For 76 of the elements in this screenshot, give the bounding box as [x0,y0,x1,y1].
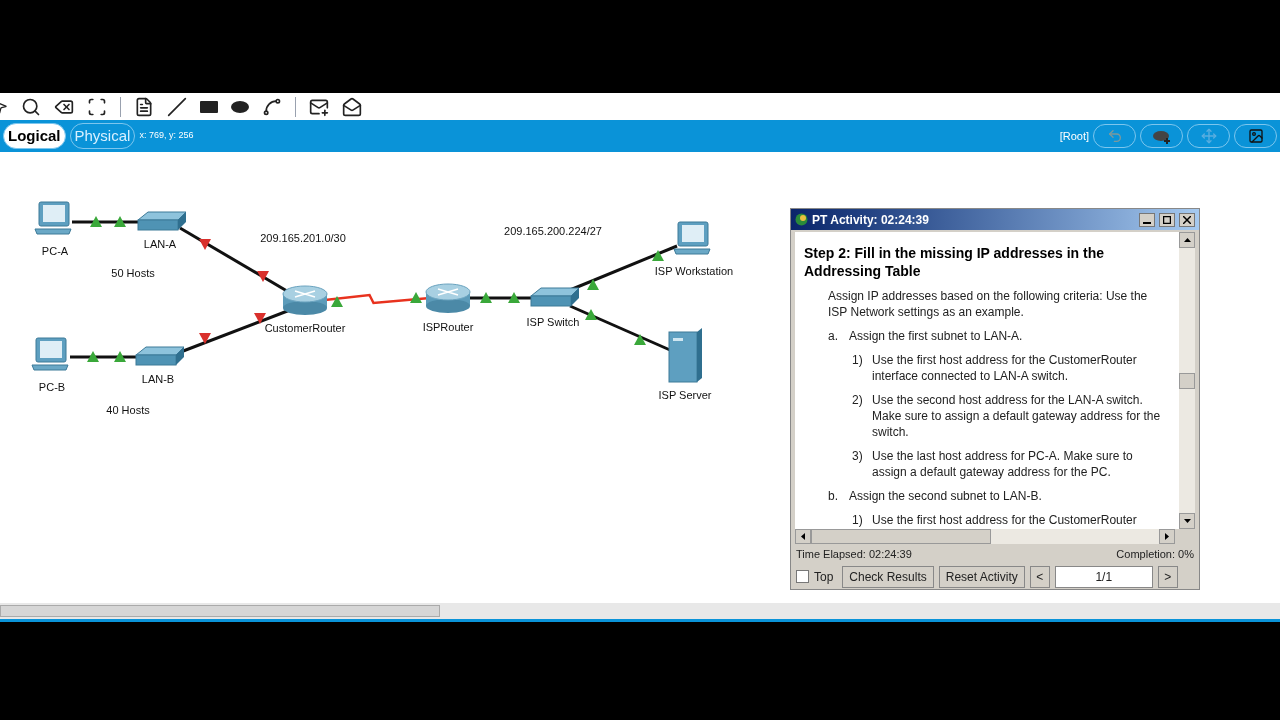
computer-icon[interactable] [34,201,72,235]
switch-icon[interactable] [530,287,580,307]
list-marker: 2) [852,392,864,409]
vertical-scrollbar[interactable] [1179,232,1195,529]
computer-icon[interactable] [673,221,711,255]
list-text: Assign the first subnet to LAN-A. [849,328,1023,344]
canvas-note: 209.165.201.0/30 [260,230,346,246]
line-icon[interactable] [167,96,187,117]
canvas-note: 209.165.200.224/27 [504,223,602,239]
maximize-button[interactable] [1159,212,1175,227]
router-icon[interactable] [425,283,471,313]
completion-text: Completion: 0% [1116,547,1194,562]
device-label: CustomerRouter [264,320,346,336]
open-envelope-icon[interactable] [342,96,362,117]
view-tab[interactable]: Logical [3,123,66,149]
previous-button[interactable]: < [1029,565,1050,588]
list-marker: b. [828,488,839,504]
canvas-note: 40 Hosts [106,402,150,418]
ethernet-cable [72,220,140,224]
checkbox-label: Top [814,568,834,586]
device-label: PC-B [38,379,66,395]
search-icon[interactable] [21,96,41,117]
down-arrow-icon[interactable] [1183,519,1191,523]
move-icon [1200,128,1217,144]
image-icon [1247,128,1264,144]
time-elapsed: Time Elapsed: 02:24:39 [796,547,912,562]
instruction-text: Assign IP addresses based on the following criteria: Use the ISP Network settings as an example. [827,288,1149,320]
list-marker: 1) [852,352,864,369]
coordinates-text: x: 769, y: 256 [139,129,194,143]
canvas-note: 50 Hosts [111,265,155,281]
device-label: LAN-B [141,371,175,387]
maximize-icon [1163,215,1171,224]
list-text: Use the second host address for the LAN-A switch. Make sure to assign a default gateway address for the switch. [872,392,1162,440]
top-checkbox[interactable] [796,570,809,583]
device-label: ISPRouter [422,319,474,335]
device-label: LAN-A [143,236,177,252]
device-label: ISP Server [658,387,712,403]
list-marker: 1) [852,512,864,528]
scroll-thumb[interactable] [1179,372,1195,389]
canvas-scrollbar[interactable] [0,605,440,617]
resize-icon[interactable] [87,96,107,117]
minimize-icon [1143,221,1151,224]
list-text: Use the first host address for the CustomerRouter interface connected to LAN-A switch. [872,352,1138,384]
up-arrow-icon[interactable] [1183,238,1191,242]
device-label: ISP Workstation [654,263,734,279]
device-label: PC-A [41,243,69,259]
horizontal-scrollbar[interactable] [795,529,1175,544]
next-button[interactable]: > [1157,565,1178,588]
cloud-add-icon [1151,128,1172,144]
router-icon[interactable] [282,285,328,315]
server-icon[interactable] [668,328,702,383]
list-marker: a. [828,328,839,344]
undo-icon [1106,128,1123,144]
activity-button[interactable]: Reset Activity [938,565,1025,588]
list-text: Use the first host address for the CustomerRouter [872,512,1137,528]
computer-icon[interactable] [31,337,69,371]
window-title: PT Activity: 02:24:39 [812,211,930,229]
right-arrow-icon[interactable] [1165,533,1169,540]
list-text: Assign the second subnet to LAN-B. [849,488,1042,504]
freeform-icon[interactable] [262,96,282,117]
app-icon [795,213,808,226]
minimize-button[interactable] [1139,212,1155,227]
ellipse-icon[interactable] [231,100,249,113]
device-label: ISP Switch [526,314,580,330]
left-arrow-icon[interactable] [801,533,805,540]
switch-icon[interactable] [137,211,187,231]
close-icon [1183,215,1191,224]
rectangle-icon[interactable] [200,100,218,113]
list-text: Use the last host address for PC-A. Make sure to assign a default gateway address for the PC. [872,448,1134,480]
step-heading: Step 2: Fill in the missing IP addresses in the Addressing Table [804,244,1106,280]
switch-icon[interactable] [135,346,185,366]
page-field[interactable]: 1/1 [1054,565,1153,588]
list-marker: 3) [852,448,864,465]
activity-button[interactable]: Check Results [842,565,934,588]
close-button[interactable] [1179,212,1195,227]
note-icon[interactable] [134,96,154,117]
